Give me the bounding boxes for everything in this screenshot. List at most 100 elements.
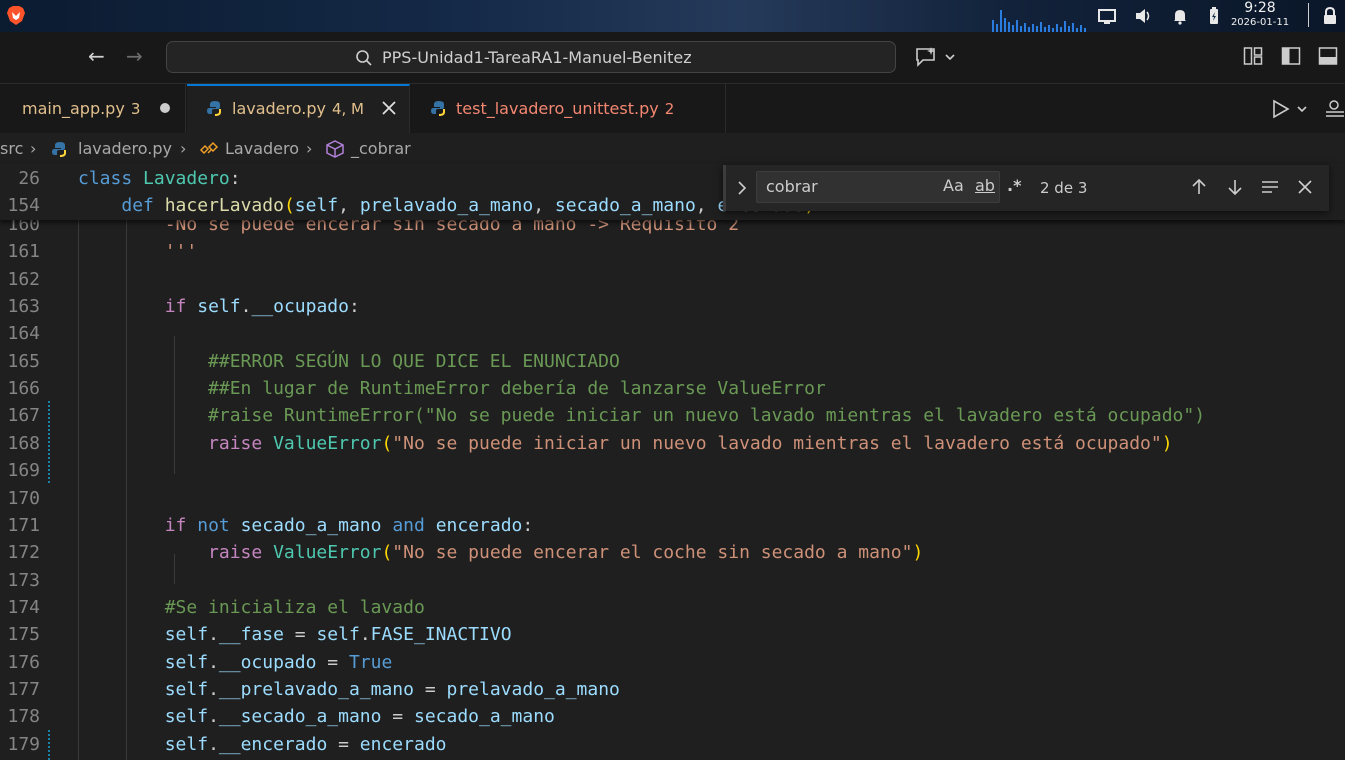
code-token: : (522, 514, 534, 536)
copilot-chat-icon[interactable] (915, 46, 959, 68)
code-token: self (164, 678, 209, 700)
breadcrumb-class[interactable]: Lavadero (225, 134, 299, 164)
code-line[interactable]: 178 self.__secado_a_mano = secado_a_mano (0, 703, 1345, 730)
code-text: self.__fase = self.FASE_INACTIVO (78, 621, 512, 648)
code-line[interactable]: 172 raise ValueError("No se puede encera… (0, 539, 1345, 566)
close-icon[interactable] (382, 101, 396, 115)
breadcrumb-file[interactable]: lavadero.py (78, 134, 172, 164)
search-icon (356, 50, 372, 66)
code-token: def (121, 195, 154, 216)
system-clock[interactable]: 9:28 2026-01-11 (1226, 0, 1294, 30)
diff-icon[interactable] (1324, 99, 1345, 119)
code-line[interactable]: 167 #raise RuntimeError("No se puede ini… (0, 402, 1345, 429)
line-number: 165 (7, 350, 40, 372)
code-line[interactable]: 164 (0, 320, 1345, 347)
match-case-toggle[interactable]: Aa (943, 176, 964, 195)
breadcrumb-src[interactable]: src (0, 134, 23, 164)
volume-icon[interactable] (1133, 6, 1153, 26)
display-icon[interactable] (1097, 6, 1117, 26)
toggle-replace-chevron-icon[interactable] (736, 180, 748, 196)
code-text: self.__secado_a_mano = secado_a_mano (78, 703, 555, 730)
lock-icon[interactable] (1320, 6, 1340, 26)
code-token: self (197, 296, 241, 318)
code-line[interactable]: 174 #Se inicializa el lavado (0, 594, 1345, 621)
code-text: if not secado_a_mano and encerado: (78, 512, 534, 539)
code-token: ValueError (273, 542, 382, 564)
match-whole-word-toggle[interactable]: ab (975, 176, 995, 195)
toggle-sidebar-icon[interactable] (1281, 46, 1301, 66)
code-line[interactable]: 163 if self.__ocupado: (0, 293, 1345, 320)
code-line[interactable]: 173 (0, 567, 1345, 594)
code-text: if self.__ocupado: (78, 293, 360, 320)
toggle-panel-icon[interactable] (1318, 46, 1338, 66)
code-line[interactable]: 176 self.__ocupado = True (0, 649, 1345, 676)
line-number: 164 (7, 323, 40, 345)
code-token: __ocupado (251, 296, 349, 318)
code-token: secado_a_mano (413, 706, 555, 728)
breadcrumb: src › lavadero.py › Lavadero › _cobrar (0, 134, 1345, 164)
line-number: 168 (7, 432, 40, 454)
code-token: self (164, 706, 209, 728)
code-text: ##En lugar de RuntimeError debería de la… (78, 375, 826, 402)
unsaved-dot-icon[interactable] (160, 103, 170, 113)
code-token: prelavado_a_mano (446, 678, 620, 700)
tab-lavadero[interactable]: lavadero.py 4, M (187, 84, 410, 133)
code-line[interactable]: 175 self.__fase = self.FASE_INACTIVO (0, 621, 1345, 648)
code-token: Lavadero (143, 168, 230, 189)
run-python-file-icon[interactable] (1272, 99, 1312, 119)
battery-icon[interactable] (1204, 6, 1224, 26)
code-token: self (316, 624, 360, 646)
code-text: #raise RuntimeError("No se puede iniciar… (78, 402, 1205, 429)
code-line[interactable]: 177 self.__prelavado_a_mano = prelavado_… (0, 676, 1345, 703)
code-line[interactable]: 162 (0, 266, 1345, 293)
find-in-selection-icon[interactable] (1260, 177, 1280, 197)
tab-label: test_lavadero_unittest.py 2 (456, 84, 674, 134)
code-line[interactable]: 170 (0, 485, 1345, 512)
brave-browser-icon[interactable] (5, 4, 27, 26)
back-arrow-icon[interactable]: ← (88, 46, 105, 66)
line-number: 167 (7, 405, 40, 427)
tab-test-lavadero[interactable]: test_lavadero_unittest.py 2 (411, 84, 726, 133)
code-line[interactable]: 179 self.__encerado = encerado (0, 731, 1345, 758)
code-text: class Lavadero: (78, 165, 241, 192)
code-token: = (381, 706, 414, 728)
code-line[interactable]: 171 if not secado_a_mano and encerado: (0, 512, 1345, 539)
code-token: self (164, 733, 209, 755)
code-line[interactable]: 169 (0, 457, 1345, 484)
tab-main-app[interactable]: main_app.py 3 (0, 84, 186, 133)
forward-arrow-icon[interactable]: → (126, 46, 143, 66)
clock-time: 9:28 (1244, 0, 1276, 16)
code-line[interactable]: 166 ##En lugar de RuntimeError debería d… (0, 375, 1345, 402)
code-line[interactable]: 161 ''' (0, 238, 1345, 265)
workspace-title: PPS-Unidad1-TareaRA1-Manuel-Benitez (382, 48, 692, 67)
code-token: ( (381, 542, 393, 564)
code-line[interactable]: 165 ##ERROR SEGÚN LO QUE DICE EL ENUNCIA… (0, 348, 1345, 375)
code-editor[interactable]: 26 class Lavadero: 154 def hacerLavado(sel… (0, 164, 1345, 760)
code-text: raise ValueError("No se puede iniciar un… (78, 430, 1173, 457)
breadcrumb-method[interactable]: _cobrar (351, 134, 411, 164)
code-token: ( (381, 432, 393, 454)
command-center-search[interactable]: PPS-Unidad1-TareaRA1-Manuel-Benitez (166, 41, 896, 73)
line-number: 163 (7, 296, 40, 318)
next-match-arrow-icon[interactable] (1225, 177, 1245, 197)
code-line[interactable]: 168 raise ValueError("No se puede inicia… (0, 430, 1345, 457)
customize-layout-icon[interactable] (1243, 46, 1263, 66)
close-icon[interactable] (1295, 177, 1315, 197)
code-text: self.__ocupado = True (78, 649, 393, 676)
previous-match-arrow-icon[interactable] (1189, 177, 1209, 197)
regex-toggle[interactable]: .* (1007, 176, 1021, 195)
code-token: . (240, 296, 252, 318)
code-token: hacerLavado (164, 195, 284, 216)
code-token: secado_a_mano (554, 195, 696, 216)
line-number: 154 (7, 195, 40, 216)
notification-bell-icon[interactable] (1170, 6, 1190, 26)
editor-titlebar: ← → PPS-Unidad1-TareaRA1-Manuel-Benitez (0, 32, 1345, 84)
taskbar-divider (1308, 3, 1309, 27)
find-input[interactable]: cobrar Aa ab .* (756, 171, 1021, 203)
line-number: 179 (7, 733, 40, 755)
